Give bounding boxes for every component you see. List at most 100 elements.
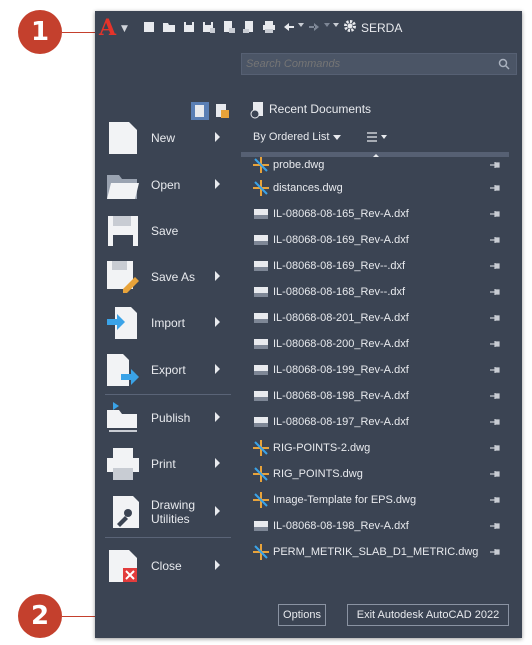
chevron-right-icon: [215, 364, 220, 374]
menu-item-drawing-utilities[interactable]: Drawing Utilities: [105, 492, 233, 532]
recent-file-name: IL-08068-08-198_Rev-A.dxf: [273, 390, 409, 402]
menu-item-close-label: Close: [151, 559, 182, 573]
new-document-icon: [109, 122, 137, 154]
recent-file-row[interactable]: IL-08068-08-165_Rev-A.dxf: [253, 205, 503, 223]
sort-dropdown-label: By Ordered List: [253, 131, 330, 143]
redo-icon[interactable]: [307, 20, 321, 34]
save-icon[interactable]: [182, 20, 196, 34]
pin-icon[interactable]: [489, 338, 501, 350]
menu-item-new[interactable]: New: [105, 118, 233, 158]
pin-icon[interactable]: [489, 260, 501, 272]
menu-item-new-label: New: [151, 131, 176, 145]
autocad-logo-icon: A: [99, 15, 117, 41]
sort-dropdown[interactable]: By Ordered List: [253, 131, 342, 143]
menu-item-print[interactable]: Print: [105, 444, 233, 484]
pin-icon[interactable]: [489, 468, 501, 480]
customize-qat-icon[interactable]: [333, 23, 339, 27]
publish-icon[interactable]: [242, 20, 256, 34]
recent-file-name: Image-Template for EPS.dwg: [273, 494, 417, 506]
redo-dropdown-icon[interactable]: [324, 23, 330, 27]
dxf-file-icon: [254, 287, 268, 297]
recent-file-row[interactable]: IL-08068-08-198_Rev-A.dxf: [253, 517, 503, 535]
pin-icon[interactable]: [489, 390, 501, 402]
pin-icon[interactable]: [489, 286, 501, 298]
print-icon[interactable]: [262, 20, 276, 34]
undo-icon[interactable]: [282, 20, 296, 34]
undo-dropdown-icon[interactable]: [298, 23, 304, 27]
recent-file-name: probe.dwg: [273, 159, 325, 171]
recent-file-name: PERM_METRIK_SLAB_D1_METRIC.dwg: [273, 546, 479, 558]
save-as-icon[interactable]: [202, 20, 216, 34]
save-icon: [108, 216, 138, 246]
options-button-label: Options: [283, 609, 321, 621]
menu-item-open[interactable]: Open: [105, 165, 233, 205]
pin-icon[interactable]: [489, 208, 501, 220]
recent-file-row[interactable]: distances.dwg: [253, 179, 503, 197]
recent-file-row[interactable]: IL-08068-08-198_Rev-A.dxf: [253, 387, 503, 405]
pin-icon[interactable]: [489, 159, 501, 171]
menu-item-save-as-label: Save As: [151, 270, 196, 284]
recent-file-row[interactable]: IL-08068-08-169_Rev-A.dxf: [253, 231, 503, 249]
menu-item-export[interactable]: Export: [105, 350, 233, 390]
exit-button[interactable]: Exit Autodesk AutoCAD 2022: [347, 604, 509, 626]
pin-icon[interactable]: [489, 416, 501, 428]
recent-file-row[interactable]: IL-08068-08-168_Rev--.dxf: [253, 283, 503, 301]
chevron-right-icon: [215, 317, 220, 327]
search-icon[interactable]: [498, 58, 510, 70]
workspace-label[interactable]: SERDA: [361, 21, 402, 35]
pin-icon[interactable]: [489, 494, 501, 506]
dxf-file-icon: [254, 365, 268, 375]
pin-icon[interactable]: [489, 520, 501, 532]
import-icon: [107, 307, 137, 339]
list-view-icon[interactable]: [367, 132, 387, 142]
plot-preview-icon[interactable]: [222, 20, 236, 34]
application-button[interactable]: A ▼: [99, 15, 131, 41]
options-button[interactable]: Options: [278, 604, 326, 626]
open-icon[interactable]: [162, 20, 176, 34]
recent-file-row[interactable]: RIG-POINTS-2.dwg: [253, 439, 503, 457]
menu-item-save[interactable]: Save: [105, 211, 233, 251]
quick-access-toolbar: A ▼ SERDA: [95, 11, 522, 45]
recent-file-row[interactable]: IL-08068-08-200_Rev-A.dxf: [253, 335, 503, 353]
dxf-file-icon: [254, 391, 268, 401]
recent-file-row[interactable]: Image-Template for EPS.dwg: [253, 491, 503, 509]
recent-file-row[interactable]: IL-08068-08-201_Rev-A.dxf: [253, 309, 503, 327]
new-icon[interactable]: [142, 20, 156, 34]
pin-icon[interactable]: [489, 234, 501, 246]
pin-icon[interactable]: [489, 442, 501, 454]
search-commands: [241, 53, 517, 75]
recent-file-row[interactable]: IL-08068-08-197_Rev-A.dxf: [253, 413, 503, 431]
recent-file-name: distances.dwg: [273, 182, 343, 194]
recent-file-name: IL-08068-08-169_Rev-A.dxf: [273, 234, 409, 246]
menu-item-publish[interactable]: Publish: [105, 398, 233, 438]
search-input[interactable]: [242, 54, 490, 74]
dxf-file-icon: [254, 235, 268, 245]
recent-file-name: RIG_POINTS.dwg: [273, 468, 363, 480]
menu-item-save-as[interactable]: Save As: [105, 257, 233, 297]
publish-icon: [107, 402, 137, 432]
recent-documents-title: Recent Documents: [269, 102, 372, 116]
recent-file-row[interactable]: PERM_METRIK_SLAB_D1_METRIC.dwg: [253, 543, 503, 561]
menu-item-close[interactable]: Close: [105, 546, 233, 586]
pin-icon[interactable]: [489, 182, 501, 194]
dwg-file-icon: [253, 157, 269, 173]
menu-item-export-label: Export: [151, 363, 186, 377]
dxf-file-icon: [254, 313, 268, 323]
pin-icon[interactable]: [489, 546, 501, 558]
recent-file-name: IL-08068-08-165_Rev-A.dxf: [273, 208, 409, 220]
pin-icon[interactable]: [489, 312, 501, 324]
recent-file-row[interactable]: RIG_POINTS.dwg: [253, 465, 503, 483]
menu-divider: [105, 537, 231, 538]
dxf-file-icon: [254, 339, 268, 349]
pin-icon[interactable]: [489, 364, 501, 376]
recent-file-name: RIG-POINTS-2.dwg: [273, 442, 371, 454]
chevron-right-icon: [215, 506, 220, 516]
recent-file-row[interactable]: IL-08068-08-199_Rev-A.dxf: [253, 361, 503, 379]
close-document-icon: [109, 550, 137, 582]
menu-divider: [105, 394, 231, 395]
recent-file-row[interactable]: IL-08068-08-169_Rev--.dxf: [253, 257, 503, 275]
menu-item-import[interactable]: Import: [105, 303, 233, 343]
dwg-file-icon: [253, 492, 269, 508]
gear-icon[interactable]: [343, 19, 357, 33]
recent-file-row[interactable]: probe.dwg: [253, 157, 503, 174]
